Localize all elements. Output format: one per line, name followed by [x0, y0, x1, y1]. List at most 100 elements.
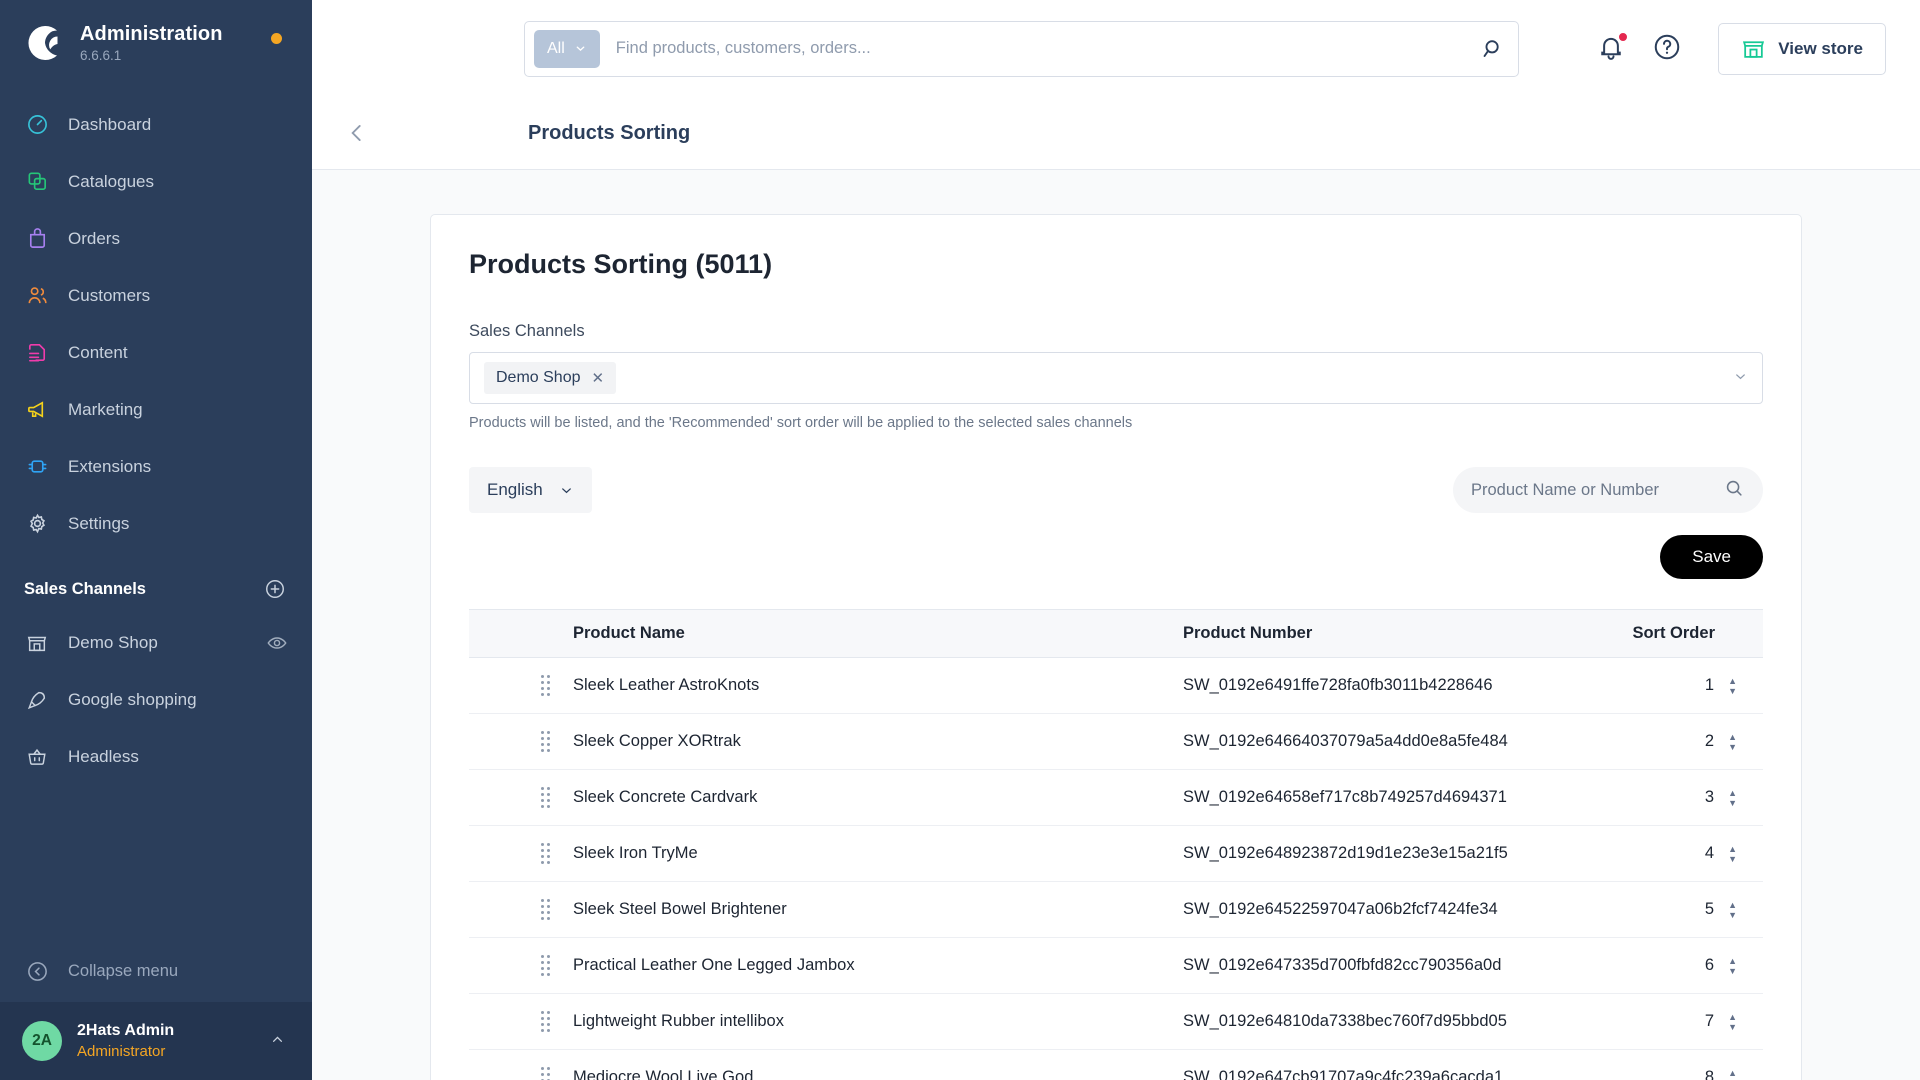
table-row[interactable]: Practical Leather One Legged Jambox SW_0… — [469, 937, 1763, 994]
back-button[interactable] — [338, 114, 376, 152]
settings-icon — [24, 511, 50, 537]
drag-handle-icon[interactable] — [469, 1067, 573, 1080]
sidebar-item-content[interactable]: Content — [0, 324, 312, 381]
drag-handle-icon[interactable] — [469, 675, 573, 696]
table-row[interactable]: Sleek Iron TryMe SW_0192e648923872d19d1e… — [469, 825, 1763, 882]
cell-sort-order[interactable]: 6 ▲ ▼ — [1613, 937, 1763, 994]
table-row[interactable]: Mediocre Wool Live God SW_0192e647cb9170… — [469, 1049, 1763, 1080]
sort-order-value: 4 — [1704, 844, 1715, 862]
drag-handle-icon[interactable] — [469, 1011, 573, 1032]
save-button[interactable]: Save — [1660, 535, 1763, 579]
table-row[interactable]: Sleek Copper XORtrak SW_0192e64664037079… — [469, 713, 1763, 770]
toolbar-row: English — [469, 467, 1763, 513]
drag-handle-icon[interactable] — [469, 787, 573, 808]
chevron-down-icon[interactable] — [1733, 369, 1748, 387]
table-row[interactable]: Sleek Concrete Cardvark SW_0192e64658ef7… — [469, 769, 1763, 826]
sidebar-item-google-shopping[interactable]: Google shopping — [0, 671, 312, 728]
collapse-menu-button[interactable]: Collapse menu — [0, 940, 312, 1002]
sort-order-stepper[interactable]: ▲▼ — [1728, 1012, 1737, 1031]
chevron-up-icon[interactable] — [269, 1031, 286, 1052]
sidebar-item-marketing[interactable]: Marketing — [0, 381, 312, 438]
sort-order-value: 8 — [1704, 1068, 1715, 1080]
cell-sort-order[interactable]: 3 ▲ ▼ — [1613, 769, 1763, 826]
sidebar-item-dashboard[interactable]: Dashboard — [0, 96, 312, 153]
cell-sort-order[interactable]: 7 ▲ ▼ — [1613, 993, 1763, 1050]
drag-handle-cell[interactable] — [469, 825, 573, 882]
column-product-name: Product Name — [573, 609, 1183, 658]
preview-eye-icon[interactable] — [266, 632, 288, 654]
orders-icon — [24, 226, 50, 252]
cell-product-name: Mediocre Wool Live God — [573, 1049, 1183, 1080]
user-profile-menu[interactable]: 2A 2Hats Admin Administrator — [0, 1002, 312, 1080]
drag-handle-icon[interactable] — [469, 955, 573, 976]
view-store-button[interactable]: View store — [1718, 22, 1886, 75]
catalogues-icon — [24, 169, 50, 195]
remove-channel-icon[interactable]: ✕ — [592, 369, 605, 387]
update-indicator-dot[interactable] — [271, 33, 282, 44]
table-row[interactable]: Lightweight Rubber intellibox SW_0192e64… — [469, 993, 1763, 1050]
notifications-bell-icon[interactable] — [1596, 31, 1630, 66]
search-input[interactable] — [599, 39, 1478, 58]
cell-product-number: SW_0192e64664037079a5a4dd0e8a5fe484 — [1183, 713, 1613, 770]
search-icon[interactable] — [1723, 477, 1745, 504]
sidebar-item-headless[interactable]: Headless — [0, 728, 312, 785]
sidebar-item-settings[interactable]: Settings — [0, 495, 312, 552]
drag-handle-cell[interactable] — [469, 937, 573, 994]
storefront-icon — [24, 630, 50, 656]
chevron-down-icon — [576, 46, 585, 52]
sort-order-stepper[interactable]: ▲▼ — [1728, 676, 1737, 695]
brand-title: Administration — [80, 22, 223, 45]
cell-sort-order[interactable]: 1 ▲ ▼ — [1613, 657, 1763, 714]
table-row[interactable]: Sleek Leather AstroKnots SW_0192e6491ffe… — [469, 657, 1763, 714]
drag-handle-cell[interactable] — [469, 881, 573, 938]
drag-handle-cell[interactable] — [469, 769, 573, 826]
drag-handle-cell[interactable] — [469, 993, 573, 1050]
help-icon[interactable] — [1652, 32, 1686, 66]
sort-order-stepper[interactable]: ▲▼ — [1728, 1068, 1737, 1080]
drag-handle-icon[interactable] — [469, 899, 573, 920]
sort-order-value: 2 — [1704, 732, 1715, 750]
table-header-row: Product Name Product Number Sort Order — [469, 609, 1763, 658]
cell-product-name: Sleek Concrete Cardvark — [573, 769, 1183, 826]
drag-handle-cell[interactable] — [469, 657, 573, 714]
sidebar-label: Headless — [68, 746, 139, 766]
sort-order-stepper[interactable]: ▲▼ — [1728, 844, 1737, 863]
sidebar-item-orders[interactable]: Orders — [0, 210, 312, 267]
drag-handle-cell[interactable] — [469, 1049, 573, 1080]
sort-order-stepper[interactable]: ▲▼ — [1728, 956, 1737, 975]
cell-product-number: SW_0192e64658ef717c8b749257d4694371 — [1183, 769, 1613, 826]
sidebar-item-catalogues[interactable]: Catalogues — [0, 153, 312, 210]
sort-order-stepper[interactable]: ▲▼ — [1728, 900, 1737, 919]
drag-handle-cell[interactable] — [469, 713, 573, 770]
helper-text: Products will be listed, and the 'Recomm… — [469, 415, 1133, 431]
cell-sort-order[interactable]: 5 ▲ ▼ — [1613, 881, 1763, 938]
sidebar-label: Orders — [68, 228, 120, 248]
sidebar-label: Customers — [68, 285, 151, 305]
sidebar-item-extensions[interactable]: Extensions — [0, 438, 312, 495]
table-row[interactable]: Sleek Steel Bowel Brightener SW_0192e645… — [469, 881, 1763, 938]
column-product-number: Product Number — [1183, 609, 1613, 658]
sidebar-item-customers[interactable]: Customers — [0, 267, 312, 324]
sales-channels-multiselect[interactable]: Demo Shop ✕ — [469, 352, 1763, 404]
add-sales-channel-icon[interactable] — [264, 578, 286, 600]
sort-order-stepper[interactable]: ▲▼ — [1728, 732, 1737, 751]
global-search[interactable]: All — [524, 20, 1519, 77]
marketing-icon — [24, 397, 50, 423]
cell-sort-order[interactable]: 8 ▲▼ — [1613, 1049, 1763, 1080]
brand-header[interactable]: Administration 6.6.6.1 — [0, 0, 312, 82]
drag-handle-icon[interactable] — [469, 731, 573, 752]
language-label: English — [487, 480, 543, 499]
sort-order-stepper[interactable]: ▲▼ — [1728, 788, 1737, 807]
product-search-input[interactable] — [1471, 480, 1723, 500]
table-body: Sleek Leather AstroKnots SW_0192e6491ffe… — [469, 657, 1763, 1080]
search-scope-dropdown[interactable]: All — [534, 29, 600, 68]
sidebar-item-demo-shop[interactable]: Demo Shop — [0, 614, 312, 671]
cell-sort-order[interactable]: 2 ▲ ▼ — [1613, 713, 1763, 770]
cell-sort-order[interactable]: 4 ▲ ▼ — [1613, 825, 1763, 882]
drag-handle-icon[interactable] — [469, 843, 573, 864]
search-icon[interactable] — [1478, 36, 1504, 62]
product-search-field[interactable] — [1453, 467, 1763, 513]
user-name: 2Hats Admin — [77, 1021, 175, 1039]
products-sorting-table: Product Name Product Number Sort Order S… — [469, 609, 1763, 1080]
language-select[interactable]: English — [469, 467, 592, 513]
